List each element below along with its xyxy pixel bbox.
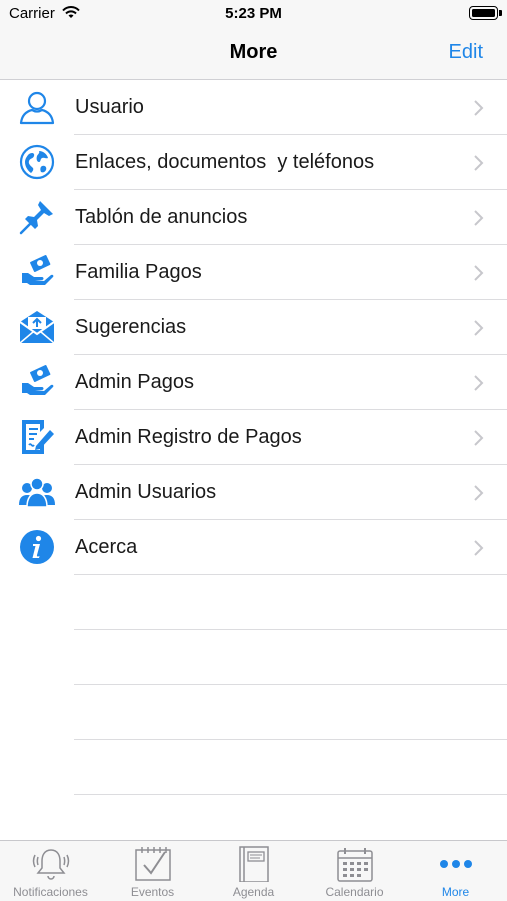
more-menu-list: Usuario Enlaces, documentos y teléfonos … xyxy=(0,80,507,795)
bell-icon xyxy=(31,846,71,887)
chevron-right-icon xyxy=(473,484,485,502)
checkbox-calendar-icon xyxy=(133,846,173,887)
status-bar: Carrier 5:23 PM xyxy=(0,0,507,28)
menu-item-admin-registro-pagos[interactable]: Admin Registro de Pagos xyxy=(0,410,507,465)
pushpin-icon xyxy=(18,198,56,236)
battery-icon xyxy=(469,6,498,20)
globe-icon xyxy=(18,143,56,181)
navigation-bar: More Edit xyxy=(0,28,507,80)
menu-item-acerca[interactable]: Acerca xyxy=(0,520,507,575)
menu-item-label: Tablón de anuncios xyxy=(75,206,248,228)
menu-item-label: Admin Pagos xyxy=(75,371,194,393)
chevron-right-icon xyxy=(473,429,485,447)
chevron-right-icon xyxy=(473,319,485,337)
tab-more[interactable]: More xyxy=(405,841,506,901)
tab-label: Calendario xyxy=(325,885,384,899)
tab-bar: Notificaciones Eventos Agenda Calendario… xyxy=(0,840,507,901)
menu-item-familia-pagos[interactable]: Familia Pagos xyxy=(0,245,507,300)
chevron-right-icon xyxy=(473,539,485,557)
edit-button[interactable]: Edit xyxy=(449,41,483,64)
users-group-icon xyxy=(18,473,56,511)
calendar-grid-icon xyxy=(335,846,375,887)
payment-hand-icon xyxy=(18,363,56,401)
tab-eventos[interactable]: Eventos xyxy=(102,841,203,901)
status-time: 5:23 PM xyxy=(225,5,282,22)
more-dots-icon xyxy=(436,846,476,887)
menu-item-admin-usuarios[interactable]: Admin Usuarios xyxy=(0,465,507,520)
menu-item-label: Acerca xyxy=(75,536,138,558)
notebook-icon xyxy=(234,846,274,887)
tab-calendario[interactable]: Calendario xyxy=(304,841,405,901)
chevron-right-icon xyxy=(473,374,485,392)
document-edit-icon xyxy=(18,418,56,456)
tab-notificaciones[interactable]: Notificaciones xyxy=(0,841,101,901)
page-title: More xyxy=(229,41,278,63)
menu-item-sugerencias[interactable]: Sugerencias xyxy=(0,300,507,355)
empty-row xyxy=(0,740,507,795)
menu-item-usuario[interactable]: Usuario xyxy=(0,80,507,135)
chevron-right-icon xyxy=(473,154,485,172)
info-icon xyxy=(18,528,56,566)
mail-envelope-icon xyxy=(18,308,56,346)
empty-row xyxy=(0,685,507,740)
menu-item-label: Usuario xyxy=(75,96,144,118)
menu-item-enlaces[interactable]: Enlaces, documentos y teléfonos xyxy=(0,135,507,190)
tab-agenda[interactable]: Agenda xyxy=(203,841,304,901)
menu-item-admin-pagos[interactable]: Admin Pagos xyxy=(0,355,507,410)
tab-label: Agenda xyxy=(232,885,275,899)
menu-item-label: Enlaces, documentos y teléfonos xyxy=(75,151,375,173)
tab-label: Notificaciones xyxy=(13,885,88,899)
user-icon xyxy=(18,88,56,126)
chevron-right-icon xyxy=(473,264,485,282)
menu-item-tablon[interactable]: Tablón de anuncios xyxy=(0,190,507,245)
chevron-right-icon xyxy=(473,209,485,227)
menu-item-label: Admin Usuarios xyxy=(75,481,217,503)
tab-label: Eventos xyxy=(130,885,175,899)
empty-row xyxy=(0,630,507,685)
tab-label: More xyxy=(441,885,470,899)
payment-hand-icon xyxy=(18,253,56,291)
empty-row xyxy=(0,575,507,630)
menu-item-label: Familia Pagos xyxy=(75,261,202,283)
menu-item-label: Admin Registro de Pagos xyxy=(75,426,302,448)
battery-cap xyxy=(499,10,502,16)
chevron-right-icon xyxy=(473,99,485,117)
menu-item-label: Sugerencias xyxy=(75,316,187,338)
